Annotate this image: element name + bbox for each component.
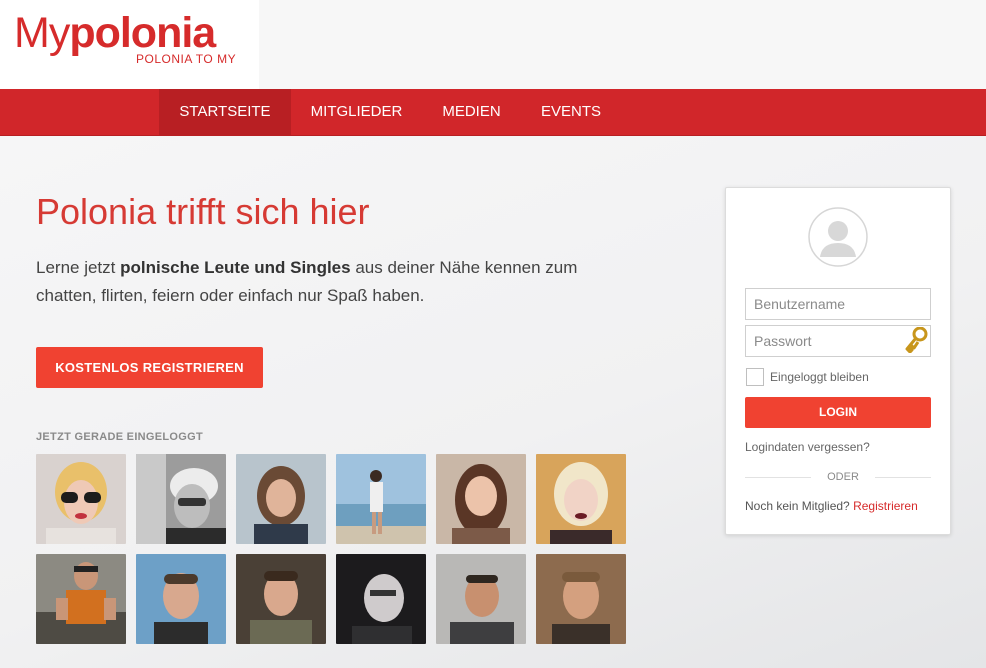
no-member-text: Noch kein Mitglied? Registrieren [745, 499, 918, 513]
or-separator: ODER [827, 471, 859, 483]
avatar-photo-icon [536, 454, 626, 544]
register-free-button[interactable]: KOSTENLOS REGISTRIEREN [36, 347, 263, 388]
nav-item-medien[interactable]: MEDIEN [422, 89, 521, 135]
avatar-photo-icon [36, 554, 126, 644]
hero-description: Lerne jetzt polnische Leute und Singles … [36, 258, 578, 305]
divider [875, 477, 931, 478]
member-avatar[interactable] [336, 454, 426, 544]
avatar-photo-icon [436, 454, 526, 544]
nav-item-startseite[interactable]: STARTSEITE [159, 89, 291, 135]
main-nav: STARTSEITE MITGLIEDER MEDIEN EVENTS [0, 89, 986, 136]
logo[interactable]: Mypolonia POLONIA TO MY [0, 0, 259, 89]
member-avatar[interactable] [36, 554, 126, 644]
nav-item-mitglieder[interactable]: MITGLIEDER [291, 89, 422, 135]
member-avatar[interactable] [36, 454, 126, 544]
logo-wordmark: Mypolonia [14, 9, 216, 57]
username-input[interactable] [745, 288, 931, 320]
avatar-photo-icon [236, 554, 326, 644]
member-avatar[interactable] [236, 554, 326, 644]
avatar-photo-icon [536, 554, 626, 644]
avatar-photo-icon [236, 454, 326, 544]
key-icon[interactable] [904, 327, 928, 353]
avatar-photo-icon [36, 454, 126, 544]
register-link[interactable]: Registrieren [853, 499, 918, 513]
member-avatar[interactable] [536, 554, 626, 644]
member-avatar[interactable] [536, 454, 626, 544]
nav-item-events[interactable]: EVENTS [521, 89, 621, 135]
member-avatar[interactable] [136, 554, 226, 644]
avatar-photo-icon [436, 554, 526, 644]
member-avatar[interactable] [436, 554, 526, 644]
avatar-photo-icon [336, 554, 426, 644]
member-avatar[interactable] [336, 554, 426, 644]
member-avatar[interactable] [436, 454, 526, 544]
online-now-label: JETZT GERADE EINGELOGGT [36, 431, 204, 443]
member-avatar[interactable] [136, 454, 226, 544]
member-avatar[interactable] [236, 454, 326, 544]
divider [745, 477, 811, 478]
remember-label: Eingeloggt bleiben [770, 370, 869, 384]
hero-title: Polonia trifft sich hier [36, 191, 370, 232]
remember-checkbox[interactable] [746, 368, 764, 386]
avatar-photo-icon [336, 454, 426, 544]
avatar-photo-icon [136, 554, 226, 644]
avatar-photo-icon [136, 454, 226, 544]
forgot-credentials-link[interactable]: Logindaten vergessen? [745, 440, 870, 454]
logo-tagline: POLONIA TO MY [136, 52, 237, 66]
user-avatar-placeholder-icon [808, 207, 868, 267]
login-button[interactable]: LOGIN [745, 397, 931, 428]
